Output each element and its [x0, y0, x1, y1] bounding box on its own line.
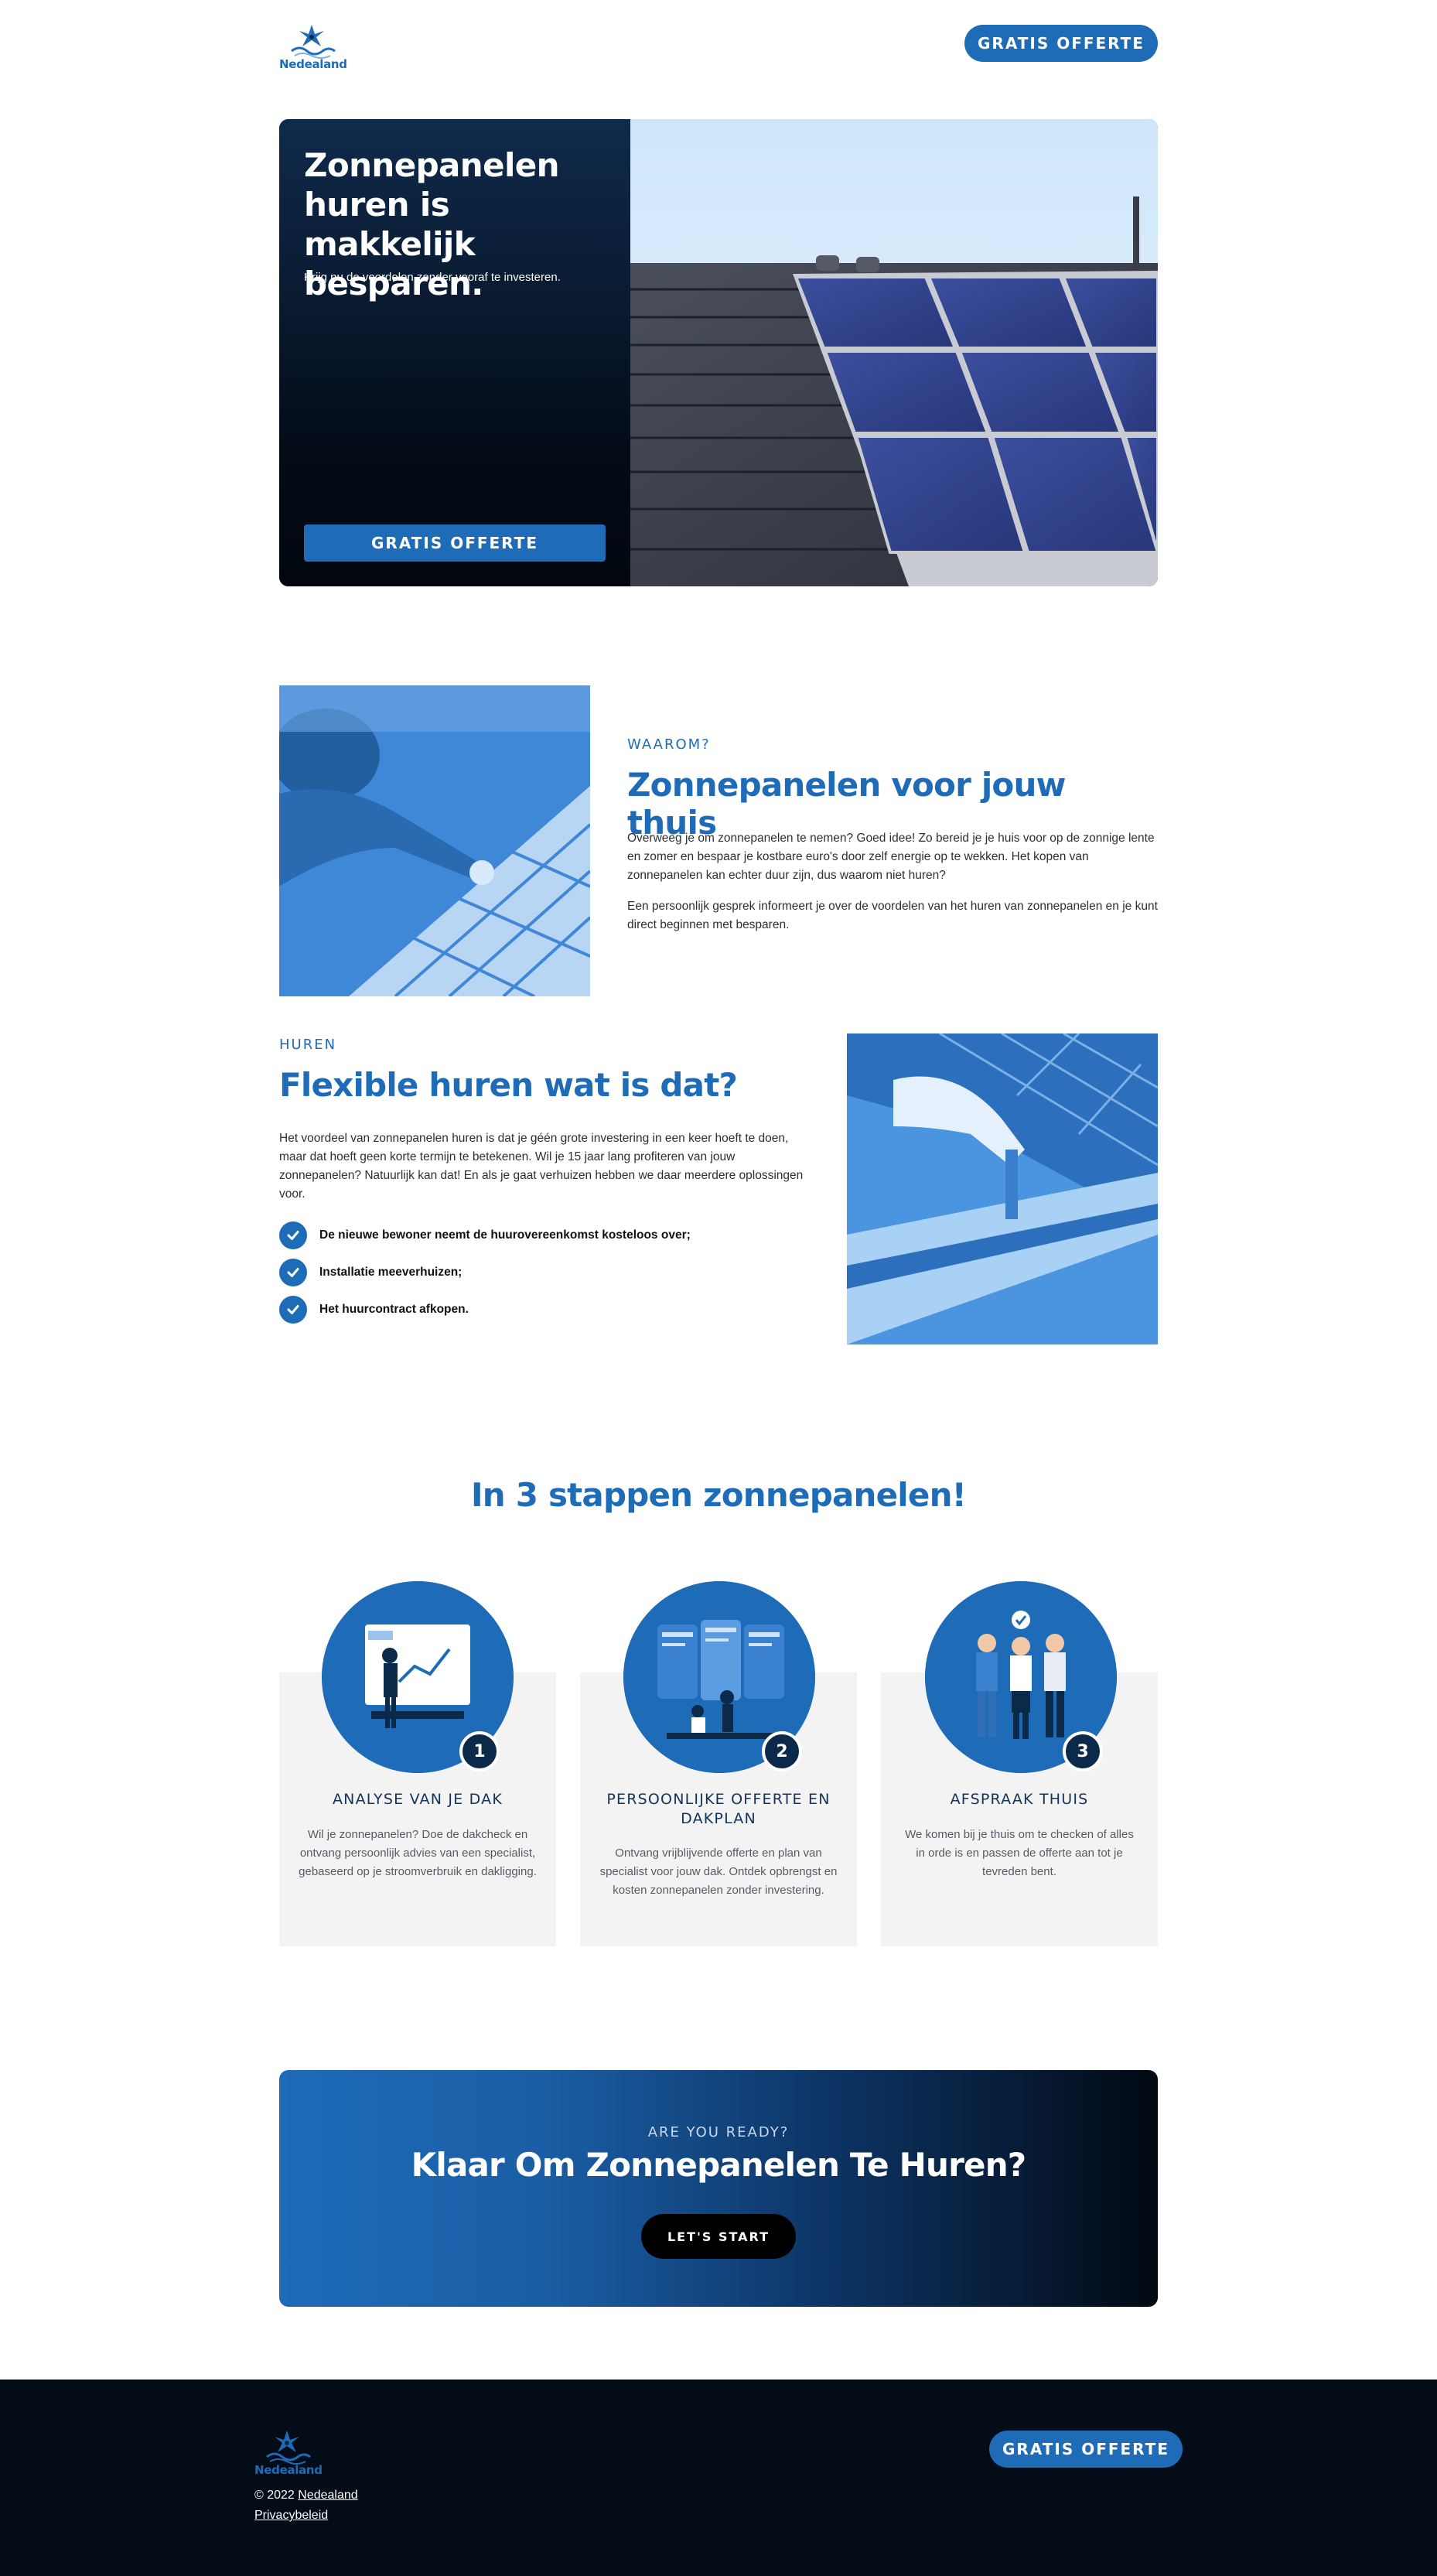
- privacy-link[interactable]: Privacybeleid: [254, 2506, 328, 2525]
- step-text-3: We komen bij je thuis om te checken of a…: [905, 1828, 1134, 1878]
- footer-brand-logo[interactable]: Nedealand: [254, 2426, 323, 2480]
- checklist-item: De nieuwe bewoner neemt de huurovereenko…: [279, 1221, 691, 1250]
- step-text-1: Wil je zonnepanelen? Doe de dakcheck en …: [299, 1828, 537, 1878]
- hero-section: Zonnepanelen huren is makkelijk besparen…: [279, 119, 1158, 586]
- rent-eyebrow: HUREN: [279, 1037, 337, 1053]
- hero-panel: Zonnepanelen huren is makkelijk besparen…: [279, 119, 630, 586]
- checkmark-icon: [279, 1259, 307, 1286]
- steps-title: In 3 stappen zonnepanelen!: [470, 1476, 967, 1514]
- cta-title: Klaar Om Zonnepanelen Te Huren?: [411, 2146, 1027, 2184]
- step-number-3: 3: [1063, 1731, 1103, 1771]
- step-number-1: 1: [459, 1731, 500, 1771]
- why-paragraph-1: Overweeg je om zonnepanelen te nemen? Go…: [627, 832, 1155, 882]
- hero-subtitle: Krijg nu de voordelen zonder vooraf te i…: [304, 271, 561, 284]
- copyright: © 2022 Nedealand: [254, 2486, 358, 2505]
- site-footer: Nedealand GRATIS OFFERTE © 2022 Nedealan…: [0, 2380, 1437, 2576]
- checkmark-icon: [279, 1221, 307, 1249]
- hero-quote-button[interactable]: GRATIS OFFERTE: [304, 524, 606, 562]
- checklist-item: Installatie meeverhuizen;: [279, 1258, 462, 1287]
- installer-photo: [279, 685, 590, 996]
- cta-banner: ARE YOU READY? Klaar Om Zonnepanelen Te …: [279, 2070, 1158, 2307]
- checklist-item: Het huurcontract afkopen.: [279, 1295, 469, 1324]
- checklist-text: Installatie meeverhuizen;: [319, 1266, 463, 1279]
- windmill-logo-icon: [266, 2431, 311, 2465]
- copyright-brand-link[interactable]: Nedealand: [298, 2489, 357, 2502]
- rent-paragraph: Het voordeel van zonnepanelen huren is d…: [279, 1132, 804, 1201]
- why-paragraph-2: Een persoonlijk gesprek informeert je ov…: [627, 900, 1158, 931]
- checklist-text: Het huurcontract afkopen.: [319, 1303, 469, 1316]
- cta-eyebrow: ARE YOU READY?: [647, 2124, 790, 2140]
- step-text-2: Ontvang vrijblijvende offerte en plan va…: [599, 1847, 838, 1897]
- rent-title: Flexible huren wat is dat?: [279, 1066, 738, 1104]
- solar-roof-image: [630, 119, 1158, 586]
- site-header: Nedealand GRATIS OFFERTE: [279, 0, 1158, 85]
- step-title-1: ANALYSE VAN JE DAK: [332, 1791, 503, 1808]
- step-title-2: PERSOONLIJKE OFFERTE EN DAKPLAN: [606, 1791, 831, 1827]
- step-title-3: AFSPRAAK THUIS: [950, 1791, 1089, 1808]
- checklist-text: De nieuwe bewoner neemt de huurovereenko…: [319, 1228, 691, 1242]
- panel-hand-photo: [847, 1033, 1158, 1344]
- why-eyebrow: WAAROM?: [627, 736, 711, 753]
- checkmark-icon: [279, 1296, 307, 1324]
- brand-name: Nedealand: [254, 2463, 323, 2477]
- footer-quote-button[interactable]: GRATIS OFFERTE: [989, 2431, 1183, 2468]
- brand-name: Nedealand: [279, 57, 347, 71]
- copyright-prefix: © 2022: [254, 2489, 295, 2502]
- lets-start-button[interactable]: LET'S START: [641, 2214, 796, 2259]
- brand-logo[interactable]: Nedealand: [279, 20, 347, 74]
- step-number-2: 2: [762, 1731, 802, 1771]
- header-quote-button[interactable]: GRATIS OFFERTE: [964, 25, 1158, 62]
- windmill-logo-icon: [291, 25, 336, 59]
